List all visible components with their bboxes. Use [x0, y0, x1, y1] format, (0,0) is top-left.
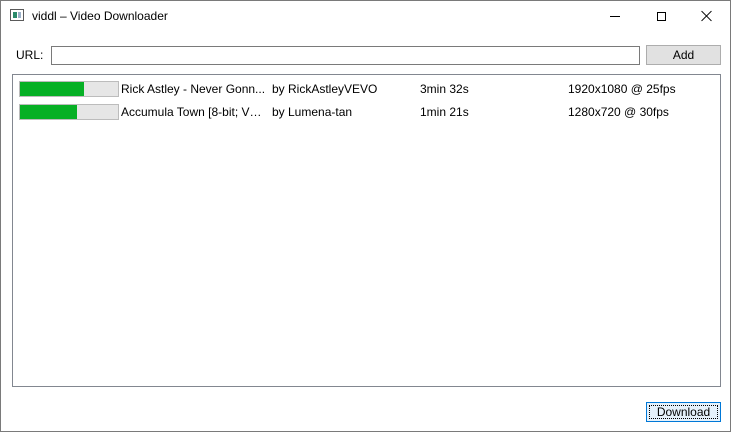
app-window-icon: [10, 9, 24, 21]
video-duration: 1min 21s: [420, 105, 469, 119]
url-label: URL:: [16, 48, 44, 62]
video-title: Rick Astley - Never Gonn...: [121, 82, 266, 96]
video-format: 1280x720 @ 30fps: [568, 105, 669, 119]
video-author: by RickAstleyVEVO: [272, 82, 378, 96]
progress-fill: [20, 105, 77, 119]
main-window: viddl – Video Downloader URL: Add Rick A…: [0, 0, 731, 432]
list-item[interactable]: Accumula Town [8-bit; VR... by Lumena-ta…: [13, 101, 720, 123]
download-button-label: Download: [656, 405, 711, 419]
download-progress-bar: [19, 81, 119, 97]
video-duration: 3min 32s: [420, 82, 469, 96]
add-button-label: Add: [672, 48, 695, 62]
window-title: viddl – Video Downloader: [32, 9, 168, 23]
progress-fill: [20, 82, 84, 96]
url-input[interactable]: [51, 46, 640, 65]
maximize-button[interactable]: [638, 1, 684, 31]
add-button[interactable]: Add: [646, 45, 721, 65]
download-progress-bar: [19, 104, 119, 120]
title-bar[interactable]: viddl – Video Downloader: [1, 1, 730, 31]
minimize-icon: [610, 15, 620, 17]
video-title: Accumula Town [8-bit; VR...: [121, 105, 267, 119]
list-item[interactable]: Rick Astley - Never Gonn... by RickAstle…: [13, 78, 720, 100]
video-list[interactable]: Rick Astley - Never Gonn... by RickAstle…: [12, 74, 721, 387]
video-author: by Lumena-tan: [272, 105, 353, 119]
maximize-icon: [656, 11, 666, 21]
minimize-button[interactable]: [592, 1, 638, 31]
close-button[interactable]: [684, 1, 730, 31]
close-icon: [701, 10, 713, 22]
download-button[interactable]: Download: [646, 402, 721, 422]
video-format: 1920x1080 @ 25fps: [568, 82, 676, 96]
